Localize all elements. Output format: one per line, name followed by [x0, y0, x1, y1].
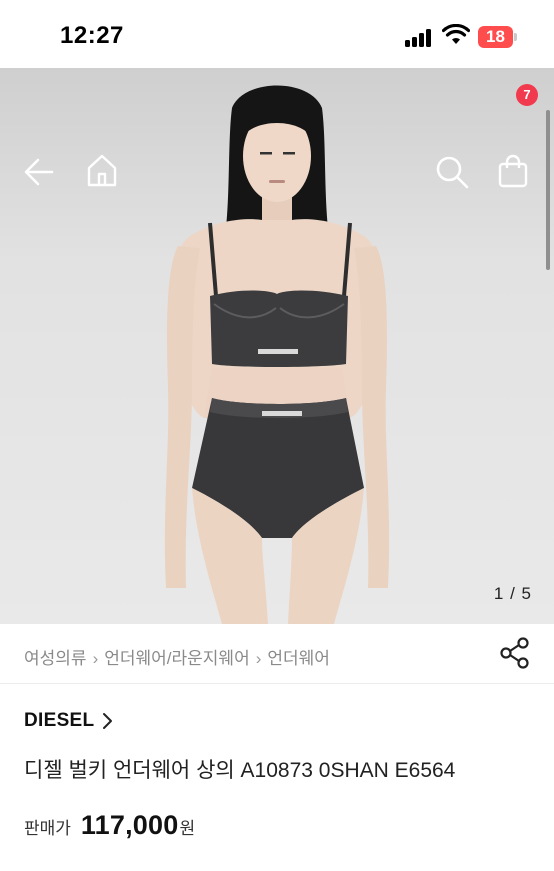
price-row: 판매가 117,000 원	[24, 810, 195, 841]
chevron-right-icon	[103, 713, 113, 729]
wifi-icon	[442, 24, 470, 44]
price-unit: 원	[179, 819, 196, 838]
price-value: 117,000	[80, 810, 179, 840]
brand-link[interactable]: DIESEL	[24, 710, 114, 732]
chevron-right-icon: ›	[92, 649, 99, 668]
scrollbar[interactable]	[546, 110, 550, 270]
brand-name: DIESEL	[24, 710, 95, 731]
breadcrumb-bar: 여성의류 › 언더웨어/라운지웨어 › 언더웨어	[0, 624, 554, 684]
price-label: 판매가	[24, 819, 71, 838]
breadcrumb-item[interactable]: 언더웨어	[267, 649, 330, 668]
arrow-left-icon[interactable]	[22, 154, 58, 190]
breadcrumb-item[interactable]: 여성의류	[24, 649, 87, 668]
shopping-bag-icon[interactable]	[496, 154, 532, 190]
product-title: 디젤 벌키 언더웨어 상의 A10873 0SHAN E6564	[24, 759, 456, 782]
share-icon[interactable]	[498, 636, 532, 670]
home-icon[interactable]	[84, 152, 120, 188]
status-time: 12:27	[60, 22, 124, 49]
chevron-right-icon: ›	[255, 649, 262, 668]
cellular-signal-icon	[405, 29, 431, 47]
search-icon[interactable]	[434, 154, 470, 190]
breadcrumb: 여성의류 › 언더웨어/라운지웨어 › 언더웨어	[24, 644, 330, 669]
breadcrumb-item[interactable]: 언더웨어/라운지웨어	[104, 649, 249, 668]
battery-icon: 18	[478, 26, 518, 48]
image-pager: 1 / 5	[493, 584, 532, 603]
status-bar: 12:27 18	[0, 0, 554, 70]
cart-count-badge: 7	[516, 84, 538, 106]
product-image-gallery[interactable]	[0, 68, 554, 624]
battery-level: 18	[486, 27, 505, 46]
